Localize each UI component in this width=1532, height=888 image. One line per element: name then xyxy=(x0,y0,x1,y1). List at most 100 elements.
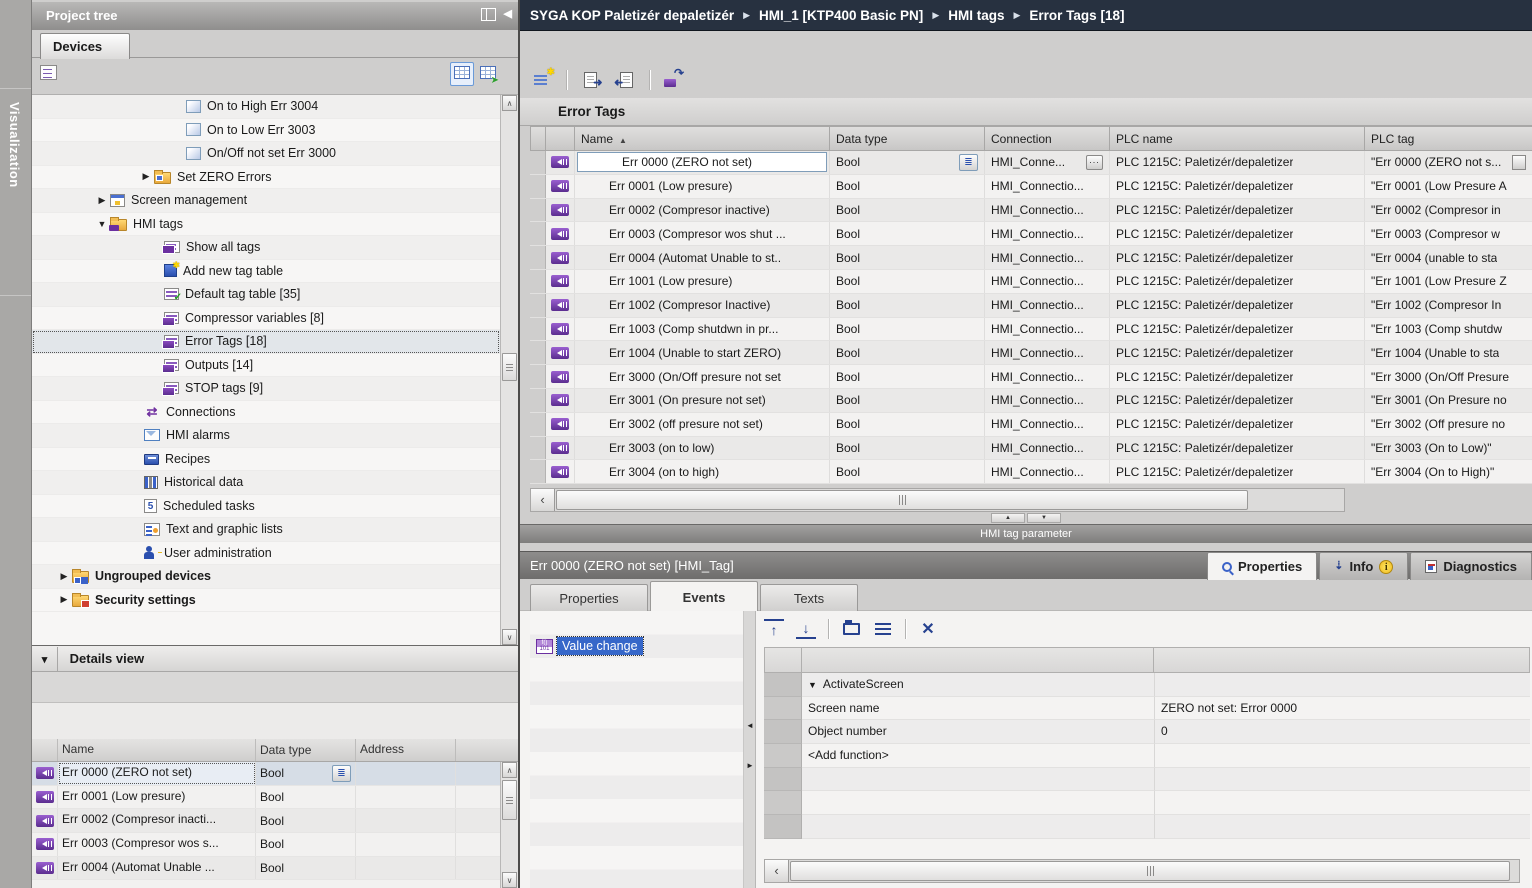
tag-plc-tag-cell[interactable]: "Err 3003 (On to Low)" xyxy=(1371,441,1492,455)
tree-item[interactable]: Historical data xyxy=(32,471,500,495)
tree-item[interactable]: Add new tag table xyxy=(32,260,500,284)
table-view-button[interactable] xyxy=(450,62,474,86)
tag-name-cell[interactable]: Err 3000 (On/Off presure not set xyxy=(581,370,781,384)
tag-plc-tag-cell[interactable]: "Err 3000 (On/Off Presure xyxy=(1371,370,1509,384)
details-row[interactable]: Err 0003 (Compresor wos s... Bool≣ xyxy=(32,833,500,857)
tag-connection-cell[interactable]: HMI_Connectio... xyxy=(991,179,1084,193)
tag-plc-name-cell[interactable]: PLC 1215C: Paletizér/depaletizer xyxy=(1116,179,1293,193)
tree-item[interactable]: ▼ HMI tags xyxy=(32,213,500,237)
export-button[interactable] xyxy=(577,68,603,92)
tag-table-row[interactable]: Err 3004 (on to high) Bool≣ HMI_Connecti… xyxy=(530,460,1532,484)
tag-datatype-cell[interactable]: Bool xyxy=(836,274,860,288)
tag-table-row[interactable]: Err 3002 (off presure not set) Bool≣ HMI… xyxy=(530,413,1532,437)
tree-item[interactable]: Connections xyxy=(32,401,500,425)
move-down-button[interactable]: ↓ xyxy=(796,619,816,639)
tag-plc-tag-cell[interactable]: "Err 1003 (Comp shutdw xyxy=(1371,322,1502,336)
tag-connection-cell[interactable]: HMI_Connectio... xyxy=(991,322,1084,336)
tag-table-row[interactable]: Err 0003 (Compresor wos shut ... Bool≣ H… xyxy=(530,222,1532,246)
splitter-down-button[interactable]: ▼ xyxy=(1027,513,1061,523)
param-row[interactable]: Object number 0 xyxy=(764,720,1530,744)
function-horizontal-scrollbar[interactable]: ‹ xyxy=(764,859,1520,883)
breadcrumb-device[interactable]: HMI_1 [KTP400 Basic PN] xyxy=(759,8,923,23)
subtab-events[interactable]: Events xyxy=(650,581,758,611)
tag-plc-tag-cell[interactable]: "Err 3001 (On Presure no xyxy=(1371,393,1507,407)
tree-item[interactable]: ▶ Screen management xyxy=(32,189,500,213)
tag-plc-name-cell[interactable]: PLC 1215C: Paletizér/depaletizer xyxy=(1116,346,1293,360)
tag-datatype-cell[interactable]: Bool xyxy=(836,322,860,336)
tree-vertical-scrollbar[interactable]: ∧ ∨ xyxy=(500,95,518,645)
tag-plc-name-cell[interactable]: PLC 1215C: Paletizér/depaletizer xyxy=(1116,370,1293,384)
tree-item[interactable]: Error Tags [18] xyxy=(32,330,500,354)
tree-item[interactable]: ▶ Security settings xyxy=(32,589,500,613)
param-value[interactable]: ZERO not set: Error 0000 xyxy=(1154,697,1530,721)
tag-plc-name-cell[interactable]: PLC 1215C: Paletizér/depaletizer xyxy=(1116,393,1293,407)
tag-name-cell[interactable]: Err 1002 (Compresor Inactive) xyxy=(581,298,770,312)
tag-name-cell[interactable]: Err 0001 (Low presure) xyxy=(581,179,732,193)
tag-name-cell[interactable]: Err 1003 (Comp shutdwn in pr... xyxy=(581,322,778,336)
details-col-datatype[interactable]: Data type xyxy=(256,739,356,761)
tag-table-row[interactable]: Err 1002 (Compresor Inactive) Bool≣ HMI_… xyxy=(530,294,1532,318)
tag-connection-cell[interactable]: HMI_Connectio... xyxy=(991,441,1084,455)
scroll-down-button[interactable]: ∨ xyxy=(502,872,517,888)
expander-icon[interactable]: ▶ xyxy=(56,571,72,582)
tag-table-row[interactable]: Err 1003 (Comp shutdwn in pr... Bool≣ HM… xyxy=(530,318,1532,342)
details-col-name[interactable]: Name xyxy=(58,739,256,761)
tag-name-cell[interactable]: Err 3004 (on to high) xyxy=(581,465,719,479)
details-view-header[interactable]: ▾ Details view xyxy=(32,645,518,672)
tree-item[interactable]: Text and graphic lists xyxy=(32,518,500,542)
tag-connection-cell[interactable]: HMI_Connectio... xyxy=(991,203,1084,217)
col-plc-tag[interactable]: PLC tag xyxy=(1365,126,1532,151)
tree-item[interactable]: ▶ Ungrouped devices xyxy=(32,565,500,589)
tag-datatype-cell[interactable]: Bool xyxy=(836,370,860,384)
tag-name-cell[interactable]: Err 0002 (Compresor inactive) xyxy=(581,203,770,217)
splitter-right-icon[interactable]: ► xyxy=(746,761,754,770)
datatype-dropdown-button[interactable]: ≣ xyxy=(332,765,351,782)
details-vertical-scrollbar[interactable]: ∧ ∨ xyxy=(500,762,518,888)
function-name[interactable]: ActivateScreen xyxy=(823,677,904,691)
function-row[interactable]: ▼ActivateScreen xyxy=(764,673,1530,697)
tag-datatype-cell[interactable]: Bool xyxy=(836,251,860,265)
tag-datatype-cell[interactable]: Bool xyxy=(836,203,860,217)
add-function-label[interactable]: <Add function> xyxy=(802,744,1154,768)
tab-properties[interactable]: Properties xyxy=(1207,552,1317,580)
breadcrumb-error-tags[interactable]: Error Tags [18] xyxy=(1029,8,1124,23)
table-horizontal-scrollbar[interactable]: ‹ xyxy=(530,488,1345,512)
col-name[interactable]: Name▲ xyxy=(575,126,830,151)
tag-name-cell[interactable]: Err 3003 (on to low) xyxy=(581,441,714,455)
tree-item[interactable]: Compressor variables [8] xyxy=(32,307,500,331)
details-row[interactable]: Err 0001 (Low presure) Bool≣ xyxy=(32,786,500,810)
tab-diagnostics[interactable]: Diagnostics xyxy=(1410,552,1532,580)
scroll-left-button[interactable]: ‹ xyxy=(531,489,555,511)
tab-info[interactable]: ⇣Infoi xyxy=(1319,552,1408,580)
param-value[interactable]: 0 xyxy=(1154,720,1530,744)
subtab-texts[interactable]: Texts xyxy=(760,584,858,611)
tag-table-row[interactable]: Err 0000 (ZERO not set) Bool≣ HMI_Conne.… xyxy=(530,151,1532,175)
tag-datatype-cell[interactable]: Bool xyxy=(836,393,860,407)
tag-datatype-cell[interactable]: Bool xyxy=(836,417,860,431)
tag-plc-tag-cell[interactable]: "Err 0002 (Compresor in xyxy=(1371,203,1501,217)
scroll-thumb[interactable] xyxy=(556,490,1248,510)
tag-plc-tag-cell[interactable]: "Err 0001 (Low Presure A xyxy=(1371,179,1507,193)
tag-datatype-cell[interactable]: Bool xyxy=(836,346,860,360)
details-col-address[interactable]: Address xyxy=(356,739,456,761)
expander-icon[interactable]: ▶ xyxy=(94,195,110,206)
tree-item[interactable]: ▶ Set ZERO Errors xyxy=(32,166,500,190)
col-connection[interactable]: Connection xyxy=(985,126,1110,151)
tag-plc-name-cell[interactable]: PLC 1215C: Paletizér/depaletizer xyxy=(1116,155,1293,169)
expand-all-button[interactable] xyxy=(841,619,861,639)
tag-plc-tag-cell[interactable]: "Err 1002 (Compresor In xyxy=(1371,298,1501,312)
split-view-icon[interactable] xyxy=(481,8,496,21)
tag-table-row[interactable]: Err 1001 (Low presure) Bool≣ HMI_Connect… xyxy=(530,270,1532,294)
tag-connection-cell[interactable]: HMI_Connectio... xyxy=(991,251,1084,265)
subtab-properties[interactable]: Properties xyxy=(530,584,648,611)
tree-item[interactable]: Default tag table [35] xyxy=(32,283,500,307)
move-up-button[interactable]: ↑ xyxy=(764,619,784,639)
tag-datatype-cell[interactable]: Bool xyxy=(836,155,860,169)
details-row[interactable]: Err 0004 (Automat Unable ... Bool≣ xyxy=(32,857,500,881)
datatype-dropdown-button[interactable]: ≣ xyxy=(959,154,978,171)
tree-item[interactable]: On to Low Err 3003 xyxy=(32,119,500,143)
tag-table-row[interactable]: Err 0002 (Compresor inactive) Bool≣ HMI_… xyxy=(530,199,1532,223)
tag-plc-tag-cell[interactable]: "Err 0003 (Compresor w xyxy=(1371,227,1500,241)
expander-icon[interactable]: ▶ xyxy=(138,171,154,182)
tag-plc-name-cell[interactable]: PLC 1215C: Paletizér/depaletizer xyxy=(1116,298,1293,312)
